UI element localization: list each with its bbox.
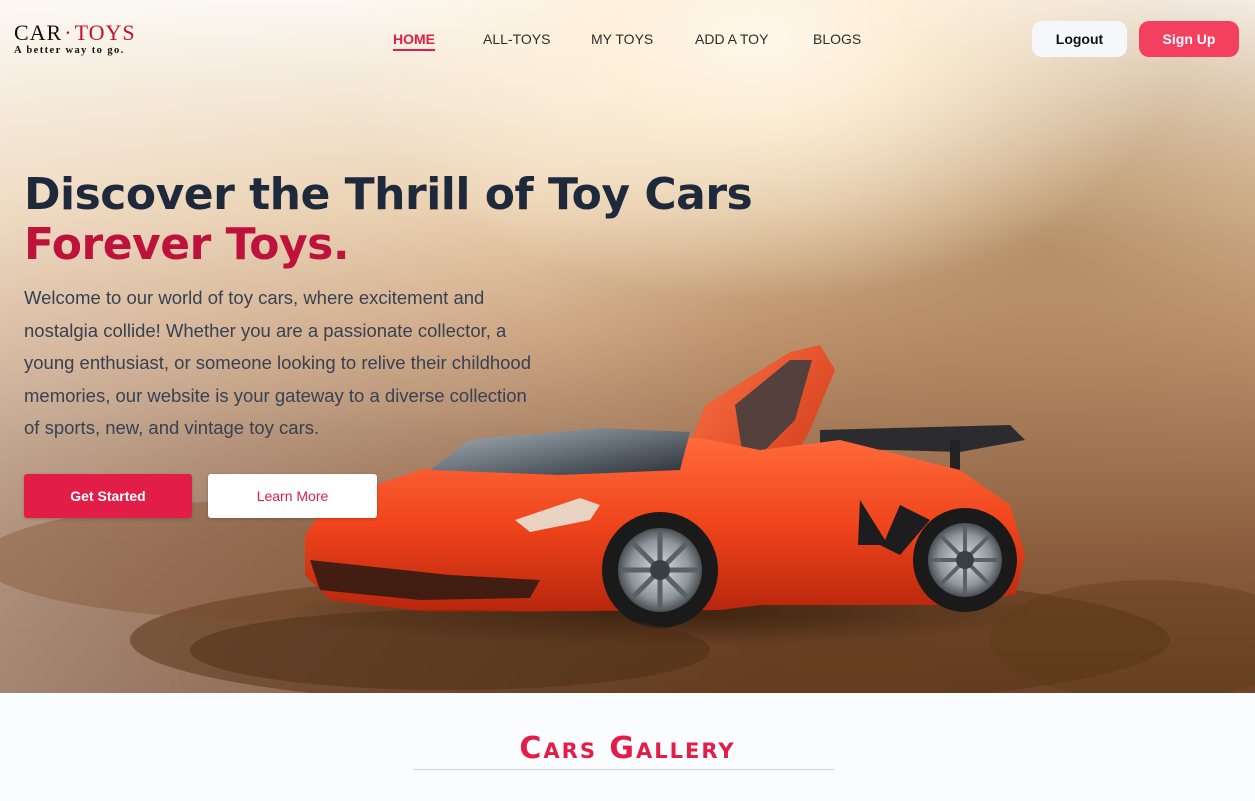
nav-item-my-toys[interactable]: MY TOYS: [591, 31, 653, 47]
hero-description: Welcome to our world of toy cars, where …: [24, 287, 532, 438]
get-started-button[interactable]: Get Started: [24, 474, 192, 518]
hero-subtitle: Forever Toys.: [24, 219, 350, 270]
gallery-title: Cars Gallery: [519, 731, 736, 766]
nav-item-blogs[interactable]: BLOGS: [813, 31, 861, 47]
cars-gallery-section: Cars Gallery: [0, 693, 1255, 801]
navbar: CAR·TOYS A better way to go. HOME ALL-TO…: [0, 0, 1255, 80]
learn-more-button[interactable]: Learn More: [208, 474, 377, 518]
nav-item-all-toys[interactable]: ALL-TOYS: [483, 31, 550, 47]
hero-heading-block: Discover the Thrill of Toy Cars Forever …: [24, 170, 784, 270]
gallery-divider: [413, 769, 834, 770]
hero-title: Discover the Thrill of Toy Cars: [24, 169, 753, 220]
signup-button[interactable]: Sign Up: [1139, 21, 1239, 57]
nav-item-add-a-toy[interactable]: ADD A TOY: [695, 31, 768, 47]
logout-button[interactable]: Logout: [1032, 21, 1127, 57]
nav-item-home[interactable]: HOME: [393, 31, 435, 51]
